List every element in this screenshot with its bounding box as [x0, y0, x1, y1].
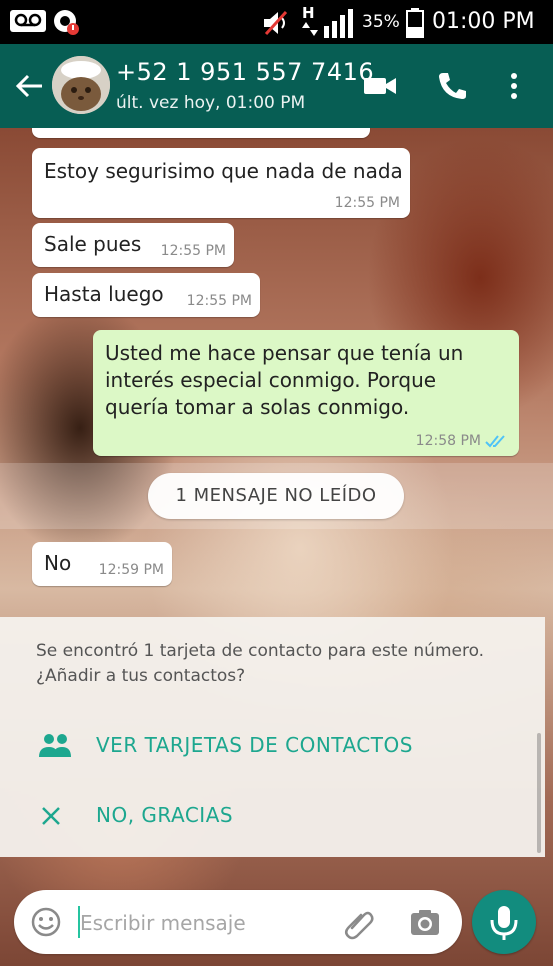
message-time: 12:55 PM [160, 243, 226, 259]
message-text: Estoy segurisimo que nada de nada [44, 159, 403, 183]
more-options-icon[interactable] [494, 66, 534, 106]
status-bar: H 35% 01:00 PM [0, 0, 553, 44]
message-bubble-incoming[interactable]: Sale pues 12:55 PM [32, 223, 234, 267]
cat-photo-icon [52, 56, 110, 114]
contact-name[interactable]: +52 1 951 557 7416 [116, 58, 374, 86]
message-composer [14, 890, 462, 954]
view-contact-cards-button[interactable]: VER TARJETAS DE CONTACTOS [0, 717, 545, 773]
voice-call-icon[interactable] [432, 66, 472, 106]
video-call-icon[interactable] [360, 66, 400, 106]
contact-avatar[interactable] [52, 56, 110, 114]
camera-icon[interactable] [408, 906, 442, 940]
data-arrows-icon [302, 22, 318, 36]
read-receipt-icon [485, 435, 505, 448]
message-text: Hasta luego [44, 282, 164, 306]
battery-icon [406, 8, 424, 38]
close-icon [42, 807, 60, 825]
message-text: Sale pues [44, 232, 142, 256]
message-bubble-incoming[interactable]: No 12:59 PM [32, 542, 172, 586]
people-icon [39, 734, 71, 757]
battery-percent: 35% [362, 12, 400, 32]
message-text: Usted me hace pensar que tenía un interé… [105, 341, 464, 419]
view-contact-cards-label: VER TARJETAS DE CONTACTOS [96, 733, 413, 757]
mute-icon [264, 10, 288, 36]
message-time: 12:55 PM [334, 195, 400, 211]
no-thanks-button[interactable]: NO, GRACIAS [0, 787, 545, 843]
contact-card-prompt: Se encontró 1 tarjeta de contacto para e… [0, 617, 545, 857]
clock: 01:00 PM [432, 9, 535, 34]
message-time: 12:58 PM [415, 433, 481, 449]
message-bubble-incoming[interactable]: Hasta luego 12:55 PM [32, 273, 260, 317]
attach-icon[interactable] [342, 906, 376, 940]
last-seen: últ. vez hoy, 01:00 PM [116, 93, 306, 113]
message-time: 12:59 PM [98, 562, 164, 578]
emoji-icon[interactable] [30, 906, 62, 938]
network-type: H [302, 4, 315, 22]
signal-icon [324, 9, 353, 38]
scrollbar[interactable] [537, 733, 541, 853]
back-arrow-icon[interactable] [10, 66, 50, 106]
voice-message-button[interactable] [472, 890, 536, 954]
message-text: No [44, 551, 72, 575]
no-thanks-label: NO, GRACIAS [96, 803, 234, 827]
voicemail-icon [10, 10, 46, 32]
text-cursor [78, 906, 80, 938]
message-input[interactable] [78, 902, 332, 944]
unread-divider-label: 1 MENSAJE NO LEÍDO [175, 485, 377, 506]
message-bubble-outgoing[interactable]: Usted me hace pensar que tenía un interé… [93, 330, 519, 456]
unread-divider: 1 MENSAJE NO LEÍDO [148, 473, 404, 519]
contact-card-prompt-text: Se encontró 1 tarjeta de contacto para e… [36, 641, 485, 686]
message-time: 12:55 PM [186, 293, 252, 309]
message-bubble-incoming[interactable]: Estoy segurisimo que nada de nada 12:55 … [32, 148, 410, 218]
message-bubble-partial [32, 128, 370, 138]
app-notification-icon [54, 10, 79, 35]
microphone-icon [490, 906, 518, 940]
chat-header: +52 1 951 557 7416 últ. vez hoy, 01:00 P… [0, 44, 553, 128]
